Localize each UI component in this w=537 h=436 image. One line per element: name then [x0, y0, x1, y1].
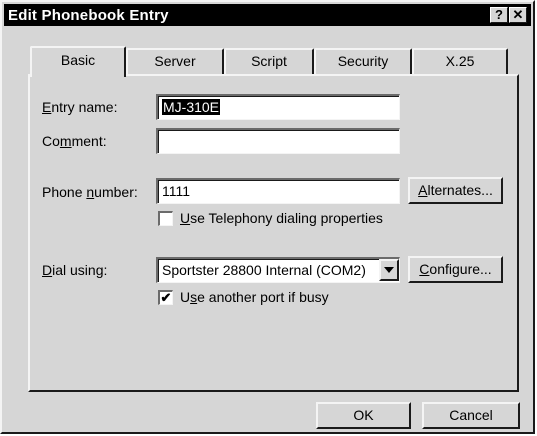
chevron-down-icon [384, 267, 394, 273]
configure-button[interactable]: Configure... [408, 256, 503, 283]
ok-button[interactable]: OK [316, 402, 411, 429]
basic-tab-panel [28, 74, 519, 392]
tab-x25[interactable]: X.25 [412, 48, 508, 74]
title-bar[interactable]: Edit Phonebook Entry ? ✕ [4, 4, 531, 26]
tab-script[interactable]: Script [224, 48, 314, 74]
entry-name-value: MJ-310E [162, 99, 221, 115]
tab-security[interactable]: Security [314, 48, 412, 74]
dial-using-select[interactable]: Sportster 28800 Internal (COM2) [156, 257, 400, 283]
comment-input[interactable] [156, 128, 400, 154]
comment-label: Comment: [42, 133, 107, 149]
ok-button-label: OK [353, 407, 374, 423]
tab-basic-label: Basic [60, 52, 96, 68]
dial-using-value: Sportster 28800 Internal (COM2) [162, 262, 366, 278]
close-icon: ✕ [512, 7, 524, 22]
checkmark-icon: ✔ [160, 290, 172, 305]
cancel-button[interactable]: Cancel [422, 402, 520, 429]
tab-basic[interactable]: Basic [30, 46, 126, 77]
help-icon: ? [495, 7, 503, 22]
tab-server[interactable]: Server [126, 48, 224, 74]
close-button[interactable]: ✕ [509, 7, 527, 23]
dial-using-dropdown-button[interactable] [379, 259, 399, 281]
cancel-button-label: Cancel [449, 407, 493, 423]
entry-name-label: Entry name: [42, 99, 118, 115]
alternates-button[interactable]: Alternates... [408, 177, 503, 204]
edit-phonebook-entry-dialog: Edit Phonebook Entry ? ✕ Basic Server Sc… [0, 0, 535, 434]
phone-number-value: 1111 [162, 183, 191, 199]
phone-number-label: Phone number: [42, 184, 138, 200]
help-button[interactable]: ? [490, 7, 508, 23]
phone-number-input[interactable]: 1111 [156, 178, 400, 204]
entry-name-input[interactable]: MJ-310E [156, 94, 400, 120]
tab-security-label: Security [337, 53, 389, 69]
another-port-checkbox-label[interactable]: Use another port if busy [180, 289, 329, 305]
tab-script-label: Script [251, 53, 287, 69]
window-title: Edit Phonebook Entry [8, 7, 169, 24]
another-port-checkbox[interactable]: ✔ [158, 290, 173, 305]
tab-server-label: Server [154, 53, 196, 69]
telephony-checkbox-label[interactable]: Use Telephony dialing properties [180, 210, 383, 226]
tab-x25-label: X.25 [445, 53, 475, 69]
telephony-checkbox[interactable] [158, 211, 173, 226]
dial-using-label: Dial using: [42, 262, 108, 278]
